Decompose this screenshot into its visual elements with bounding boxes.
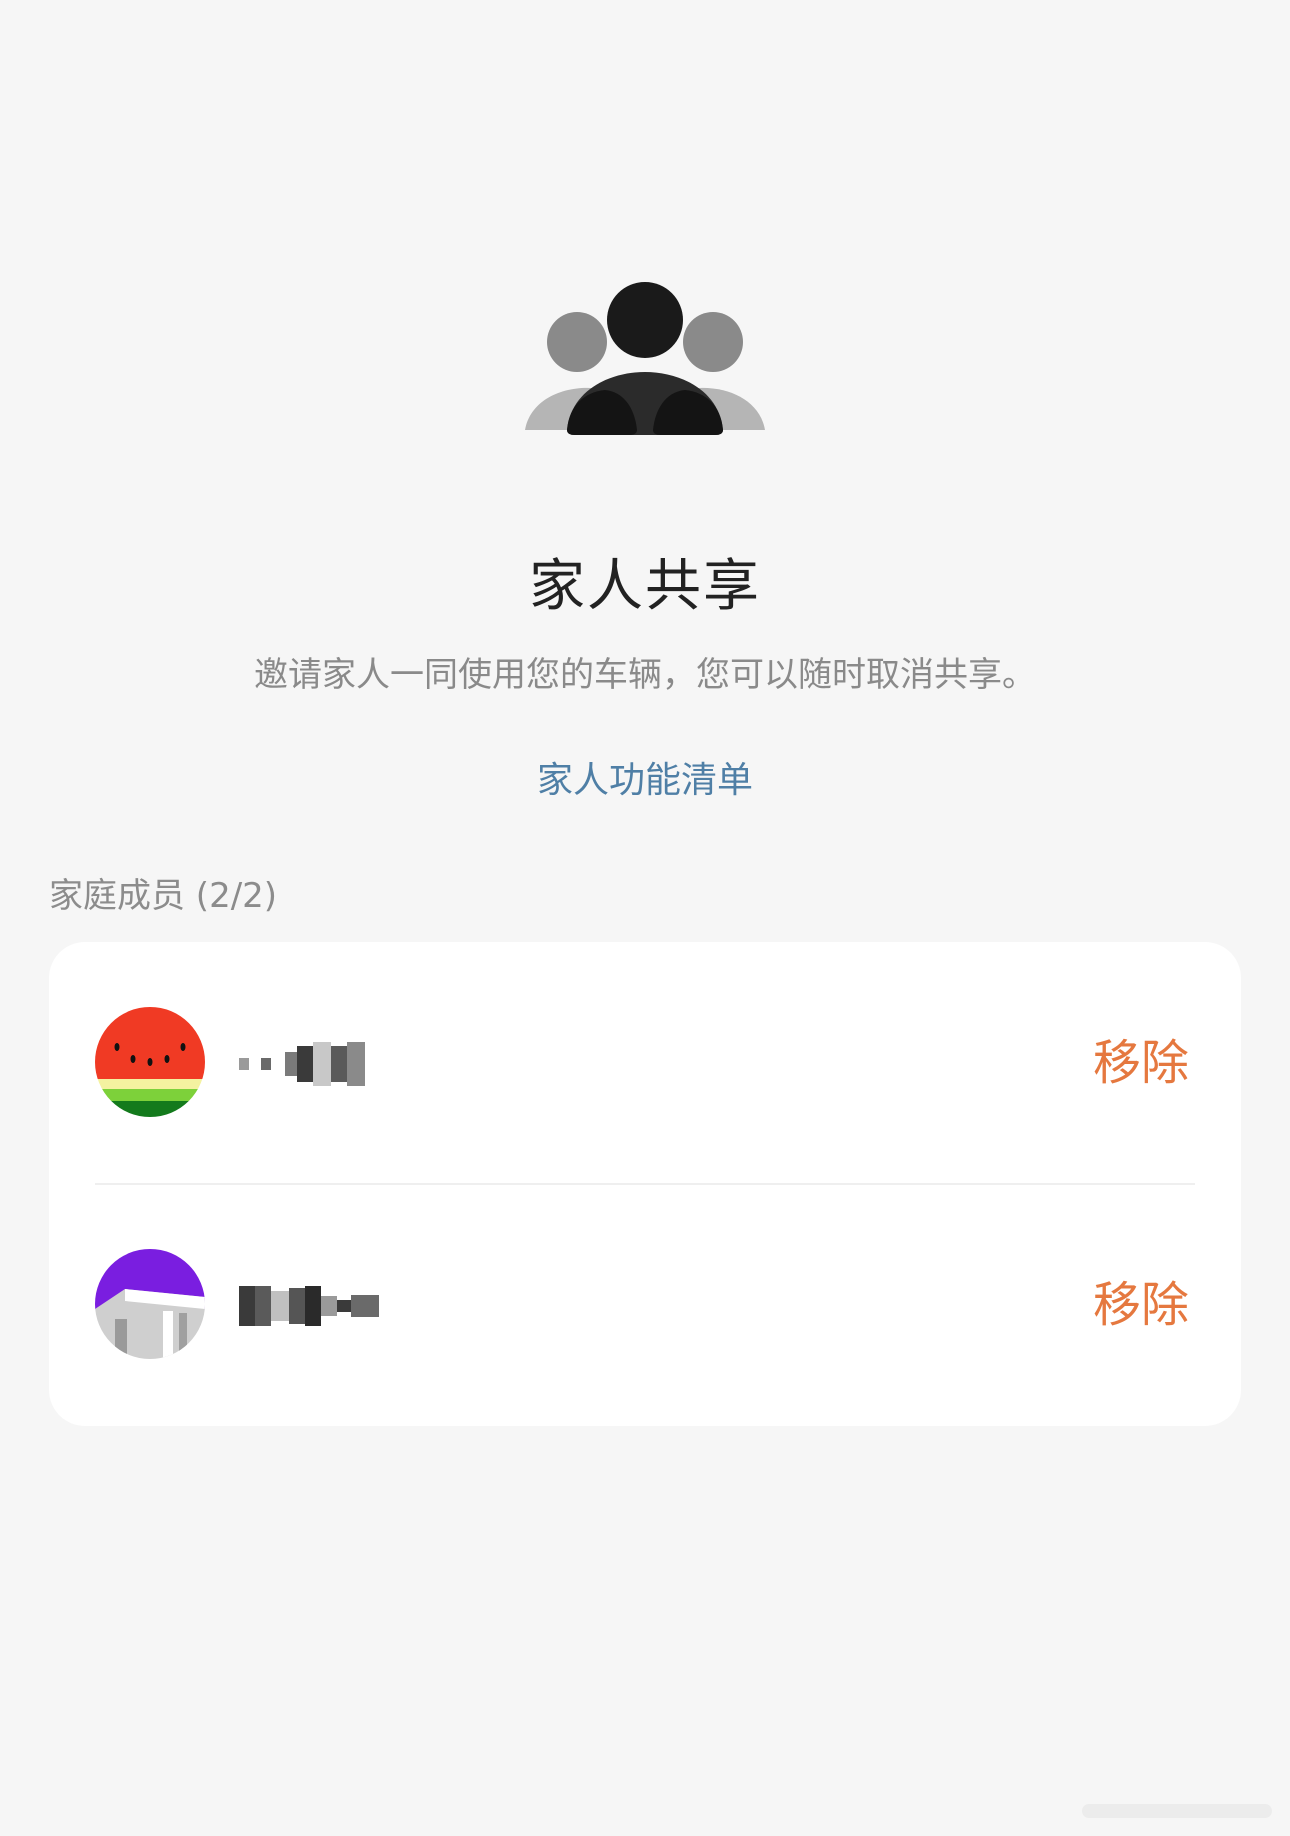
family-sharing-page: 家人共享 邀请家人一同使用您的车辆，您可以随时取消共享。 家人功能清单 家庭成员…	[0, 0, 1290, 1836]
members-card: 移除 移除	[49, 942, 1241, 1426]
family-group-icon	[525, 282, 765, 435]
page-title: 家人共享	[529, 554, 761, 619]
member-name-obscured	[239, 1040, 365, 1088]
feature-list-link[interactable]: 家人功能清单	[0, 758, 1290, 804]
member-row: 移除	[49, 942, 1241, 1185]
purple-building-avatar[interactable]	[95, 1249, 205, 1359]
watermelon-avatar[interactable]	[95, 1007, 205, 1117]
page-subtitle: 邀请家人一同使用您的车辆，您可以随时取消共享。	[254, 655, 1036, 695]
remove-member-button[interactable]: 移除	[1093, 1034, 1189, 1092]
remove-member-button[interactable]: 移除	[1093, 1276, 1189, 1334]
member-row: 移除	[49, 1184, 1241, 1426]
member-name-obscured	[239, 1282, 379, 1330]
watermark-graphic	[1082, 1804, 1272, 1818]
members-section-label: 家庭成员 (2/2)	[49, 876, 278, 916]
